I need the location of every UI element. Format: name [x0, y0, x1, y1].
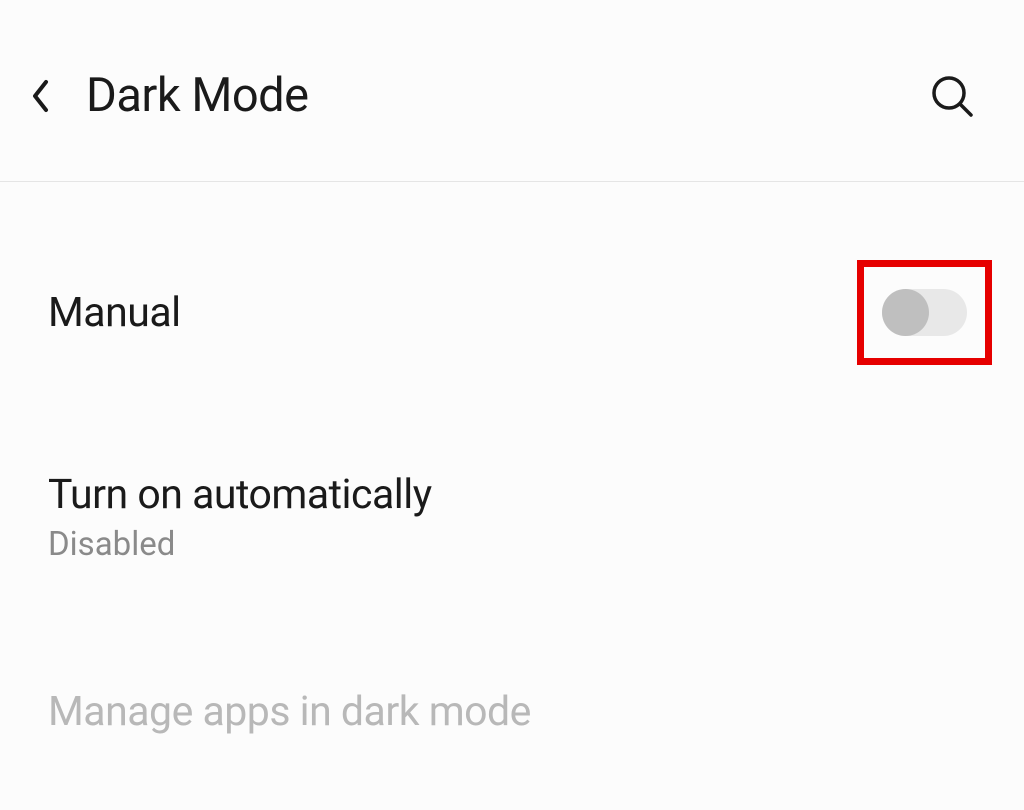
setting-manual[interactable]: Manual: [48, 182, 976, 423]
search-icon[interactable]: [928, 72, 976, 120]
header-bar: Dark Mode: [0, 0, 1024, 182]
setting-manual-label: Manual: [48, 289, 181, 337]
setting-auto-label: Turn on automatically: [48, 471, 976, 519]
setting-manage[interactable]: Manage apps in dark mode: [48, 594, 976, 766]
setting-manage-label: Manage apps in dark mode: [48, 688, 531, 736]
header-left: Dark Mode: [22, 68, 309, 123]
settings-content: Manual Turn on automatically Disabled Ma…: [0, 182, 1024, 766]
manual-toggle[interactable]: [882, 289, 967, 336]
page-title: Dark Mode: [86, 68, 309, 123]
settings-screen: Dark Mode Manual Turn on automatically D…: [0, 0, 1024, 810]
back-icon[interactable]: [22, 78, 58, 114]
setting-auto-status: Disabled: [48, 525, 976, 564]
toggle-highlight-box: [857, 260, 992, 365]
toggle-thumb: [882, 289, 929, 336]
setting-auto[interactable]: Turn on automatically Disabled: [48, 423, 976, 594]
